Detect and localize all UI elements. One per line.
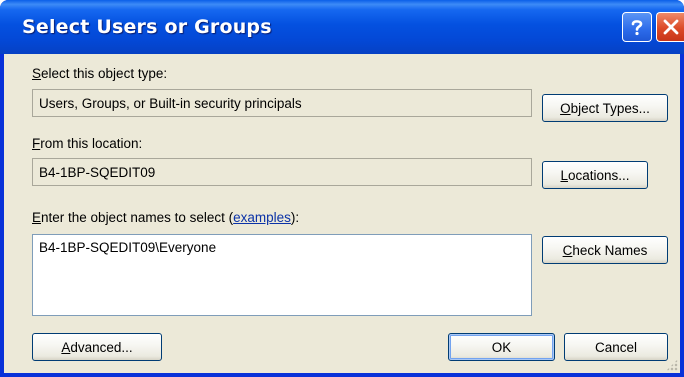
check-names-button[interactable]: Check Names (542, 236, 668, 264)
dialog-window: Select Users or Groups Select this objec… (0, 0, 684, 377)
location-label: From this location: (32, 136, 143, 151)
cancel-button[interactable]: Cancel (564, 333, 668, 361)
object-type-label: Select this object type: (32, 66, 168, 81)
title-bar[interactable]: Select Users or Groups (0, 0, 684, 54)
object-names-label: Enter the object names to select (exampl… (32, 210, 300, 225)
dialog-body: Select this object type: Users, Groups, … (4, 54, 680, 373)
object-names-input[interactable]: B4-1BP-SQEDIT09\Everyone (32, 234, 532, 316)
question-mark-icon (631, 20, 643, 36)
ok-button[interactable]: OK (448, 333, 555, 361)
close-x-icon (663, 19, 678, 35)
locations-button[interactable]: Locations... (542, 161, 648, 189)
resize-grip[interactable] (666, 359, 678, 371)
close-button[interactable] (656, 12, 684, 42)
location-field: B4-1BP-SQEDIT09 (32, 158, 532, 186)
object-type-field: Users, Groups, or Built-in security prin… (32, 89, 532, 117)
advanced-button[interactable]: Advanced... (32, 333, 162, 361)
examples-link[interactable]: examples (233, 210, 291, 225)
help-button[interactable] (622, 12, 652, 42)
dialog-title: Select Users or Groups (22, 16, 272, 38)
object-types-button[interactable]: Object Types... (542, 94, 668, 122)
